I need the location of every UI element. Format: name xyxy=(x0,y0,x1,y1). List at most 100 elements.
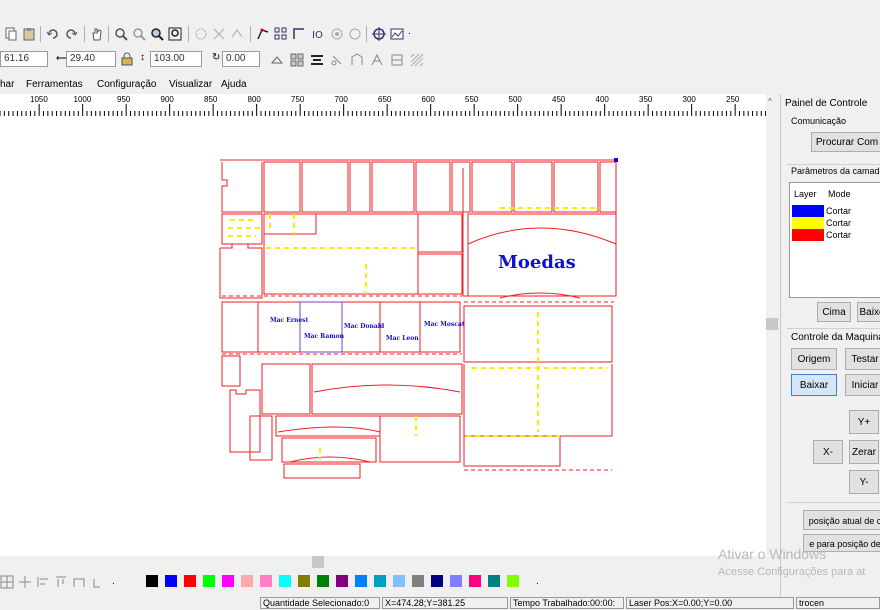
color-swatch[interactable] xyxy=(146,575,158,587)
mirror-icon[interactable] xyxy=(270,53,284,67)
cut-order-icon[interactable] xyxy=(330,27,344,41)
paste-icon[interactable] xyxy=(22,27,36,41)
vertical-scroll-thumb[interactable] xyxy=(766,318,778,330)
zoom-out-icon[interactable] xyxy=(132,27,146,41)
color-swatch[interactable] xyxy=(184,575,196,587)
copy-icon[interactable] xyxy=(4,27,18,41)
menu-item-draw[interactable]: har xyxy=(0,79,14,90)
color-swatch[interactable] xyxy=(298,575,310,587)
weld-icon[interactable] xyxy=(390,53,404,67)
color-swatch[interactable] xyxy=(241,575,253,587)
zoom-fit-icon[interactable] xyxy=(150,27,164,41)
horizontal-scrollbar[interactable] xyxy=(0,556,766,568)
design-title[interactable]: Moedas xyxy=(498,252,576,273)
lower-button[interactable]: Baixar xyxy=(791,374,837,396)
design-label-1[interactable]: Mac Ernest xyxy=(270,317,309,324)
color-swatch[interactable] xyxy=(260,575,272,587)
snap-grid-icon[interactable] xyxy=(212,27,226,41)
color-swatch[interactable] xyxy=(488,575,500,587)
same-height-icon[interactable] xyxy=(92,575,106,589)
ungroup-icon[interactable] xyxy=(370,53,384,67)
origin-button[interactable]: Origem xyxy=(791,348,837,370)
more-icon[interactable]: . xyxy=(112,576,115,587)
layer-row[interactable]: Cortar xyxy=(792,205,880,217)
color-swatch[interactable] xyxy=(355,575,367,587)
hand-pan-icon[interactable] xyxy=(90,27,104,41)
undo-icon[interactable] xyxy=(46,27,60,41)
more-colors-icon[interactable]: . xyxy=(536,576,539,587)
design-label-5[interactable]: Mac Moscat xyxy=(424,321,465,328)
same-width-icon[interactable] xyxy=(72,575,86,589)
color-swatch[interactable] xyxy=(469,575,481,587)
horizontal-scroll-thumb[interactable] xyxy=(312,556,324,568)
scale-input[interactable]: 103.00 xyxy=(150,51,202,67)
color-swatch[interactable] xyxy=(507,575,519,587)
design-label-4[interactable]: Mac Leon xyxy=(386,335,419,342)
grid-icon[interactable] xyxy=(0,575,14,589)
layer-list[interactable]: Layer Mode Cortar Cortar Cortar xyxy=(789,182,880,298)
crosshair-icon[interactable] xyxy=(372,27,386,41)
color-swatch[interactable] xyxy=(279,575,291,587)
menu-item-tools[interactable]: Ferramentas xyxy=(26,79,83,90)
ruler-label: 1050 xyxy=(30,95,48,104)
width-input[interactable]: 29.40 xyxy=(66,51,116,67)
menu-item-help[interactable]: Ajuda xyxy=(221,79,247,90)
color-swatch[interactable] xyxy=(336,575,348,587)
color-swatch[interactable] xyxy=(165,575,177,587)
x-minus-button[interactable]: X- xyxy=(813,440,843,464)
current-position-button[interactable]: posição atual de c xyxy=(803,510,880,530)
node-icon[interactable] xyxy=(18,575,32,589)
test-button[interactable]: Testar xyxy=(845,348,880,370)
layer-row[interactable]: Cortar xyxy=(792,229,880,241)
redo-icon[interactable] xyxy=(64,27,78,41)
io-icon[interactable]: IO xyxy=(312,27,326,41)
snap-object-icon[interactable] xyxy=(230,27,244,41)
y-minus-button[interactable]: Y- xyxy=(849,470,879,494)
x-position-input[interactable]: 61.16 xyxy=(0,51,48,67)
layer-col-header: Layer xyxy=(794,189,817,199)
menu-item-config[interactable]: Configuração xyxy=(97,79,156,90)
snap-points-icon[interactable] xyxy=(194,27,208,41)
toolbar-more[interactable]: . xyxy=(408,26,411,37)
y-plus-button[interactable]: Y+ xyxy=(849,410,879,434)
zoom-in-icon[interactable] xyxy=(114,27,128,41)
path-edit-icon[interactable] xyxy=(256,27,270,41)
scroll-up-icon[interactable]: ^ xyxy=(768,97,772,106)
color-swatch[interactable] xyxy=(203,575,215,587)
color-swatch[interactable] xyxy=(412,575,424,587)
drawing-canvas[interactable]: Moedas Mac Ernest Mac Ramon Mac Donald M… xyxy=(0,116,766,556)
search-com-button[interactable]: Procurar Com xyxy=(811,132,880,152)
lead-in-icon[interactable] xyxy=(348,27,362,41)
menu-item-view[interactable]: Visualizar xyxy=(169,79,212,90)
array-icon[interactable] xyxy=(274,27,288,41)
ruler-label: 550 xyxy=(465,95,479,104)
zoom-window-icon[interactable] xyxy=(168,27,182,41)
preview-icon[interactable] xyxy=(390,27,404,41)
design-label-3[interactable]: Mac Donald xyxy=(344,323,385,330)
group-icon[interactable] xyxy=(350,53,364,67)
layer-down-button[interactable]: Baixo xyxy=(857,302,880,322)
align-top-icon[interactable] xyxy=(54,575,68,589)
color-swatch[interactable] xyxy=(317,575,329,587)
align-left-icon[interactable] xyxy=(36,575,50,589)
color-swatch[interactable] xyxy=(222,575,234,587)
color-swatch[interactable] xyxy=(450,575,462,587)
design-label-2[interactable]: Mac Ramon xyxy=(304,333,345,340)
color-swatch[interactable] xyxy=(393,575,405,587)
start-button[interactable]: Iniciar xyxy=(845,374,880,396)
zero-button[interactable]: Zerar xyxy=(849,440,879,464)
align-icon[interactable] xyxy=(310,53,324,67)
hatch-icon[interactable] xyxy=(410,53,424,67)
design-drawing[interactable]: Moedas Mac Ernest Mac Ramon Mac Donald M… xyxy=(0,116,766,556)
color-swatch[interactable] xyxy=(431,575,443,587)
measure-icon[interactable] xyxy=(292,27,306,41)
distribute-icon[interactable] xyxy=(330,53,344,67)
lock-icon[interactable] xyxy=(120,52,134,66)
align-grid-icon[interactable] xyxy=(290,53,304,67)
angle-input[interactable]: 0.00 xyxy=(222,51,260,67)
ruler-label: 900 xyxy=(161,95,175,104)
vertical-scrollbar[interactable]: ^ xyxy=(766,94,778,556)
layer-row[interactable]: Cortar xyxy=(792,217,880,229)
layer-up-button[interactable]: Cima xyxy=(817,302,851,322)
color-swatch[interactable] xyxy=(374,575,386,587)
